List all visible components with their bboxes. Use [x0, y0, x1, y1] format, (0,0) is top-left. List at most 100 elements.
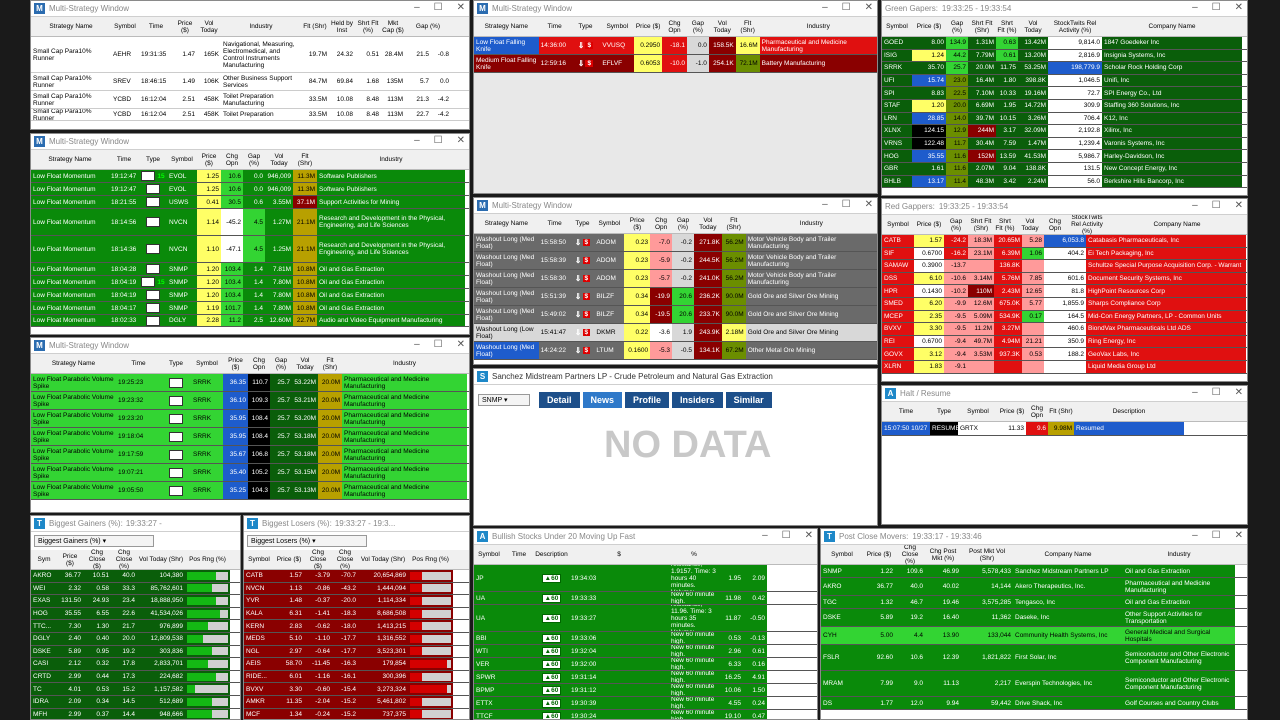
column-header[interactable]: Chg Close (%): [332, 549, 358, 570]
table-row[interactable]: SIF 0.6700 -16.2 23.1M 6.39M 1.06 404.2 Ei Tech…: [882, 247, 1247, 261]
table-row[interactable]: IDRA 2.09 0.34 14.5 512,689: [31, 695, 240, 709]
column-header[interactable]: Vol Today (Shr): [137, 556, 185, 563]
column-header[interactable]: Chg Close ($): [304, 549, 332, 570]
close-icon[interactable]: ✕: [1235, 200, 1243, 211]
title-bar[interactable]: A Halt / Resume – ☐ ✕: [882, 386, 1247, 402]
table-row[interactable]: WTI ▲60 19:32:04 New 60 minute high. 2.96 0.6…: [474, 645, 817, 658]
column-header[interactable]: Vol Today: [1018, 20, 1048, 34]
title-bar[interactable]: Green Gapers: 19:33:25 - 19:33:54 – ☐ ✕: [882, 1, 1247, 17]
minimize-icon[interactable]: –: [1192, 2, 1198, 13]
column-header[interactable]: Industry: [746, 220, 877, 227]
column-header[interactable]: Shrt Flt (Shr): [968, 218, 994, 232]
table-row[interactable]: Low Float Momentum 18:14:36 NVCN 1.10 -47.1 4…: [31, 236, 469, 263]
table-row[interactable]: KALA 6.31 -1.41 -18.3 8,686,508: [244, 607, 469, 621]
table-row[interactable]: Washout Long (Med Float) 15:49:02 ⇓ $ BILZF 0…: [474, 306, 877, 324]
window-multi-strategy-2[interactable]: M Multi-Strategy Window – ☐ ✕ Strategy Name T…: [473, 0, 878, 194]
minimize-icon[interactable]: –: [414, 339, 420, 350]
column-header[interactable]: Price ($): [624, 217, 650, 231]
column-header[interactable]: Price ($): [863, 551, 895, 558]
column-header[interactable]: Gap (%): [672, 217, 694, 231]
window-multi-strategy-3[interactable]: M Multi-Strategy Window – ☐ ✕ Strategy Name T…: [30, 133, 470, 335]
table-row[interactable]: UA▲6019:33:27Crossed above resistance, 1…: [474, 605, 817, 632]
table-row[interactable]: DSS 6.10 -10.6 3.14M 5.76M 7.85 601.6 Document …: [882, 272, 1247, 286]
column-header[interactable]: Held by Inst: [329, 20, 355, 34]
table-row[interactable]: Low Float Momentum 18:04:19 15 SNMP 1.20 103.…: [31, 276, 469, 289]
column-header[interactable]: Chg Close (%): [895, 544, 925, 565]
minimize-icon[interactable]: –: [414, 135, 420, 146]
window-multi-strategy-4[interactable]: M Multi-Strategy Window – ☐ ✕ Strategy Name T…: [473, 197, 878, 365]
minimize-icon[interactable]: –: [822, 199, 828, 210]
table-row[interactable]: MCF 1.34 -0.24 -15.2 737,375: [244, 708, 469, 719]
table-row[interactable]: LRN 28.85 14.0 39.7M 10.15 3.26M 706.4 K12, Inc: [882, 112, 1247, 126]
table-row[interactable]: GOVX 3.12 -9.4 3.53M 937.3K 0.53 188.2 GeoVax L…: [882, 348, 1247, 361]
table-row[interactable]: CYH 5.00 4.4 13.90 133,044 Community Health S…: [821, 627, 1247, 645]
column-header[interactable]: Description: [534, 551, 569, 558]
column-header[interactable]: Price ($): [912, 23, 946, 30]
maximize-icon[interactable]: ☐: [1212, 387, 1221, 398]
column-header[interactable]: Chg Opn: [650, 217, 672, 231]
column-header[interactable]: Symbol: [600, 23, 634, 30]
table-row[interactable]: GBR 1.61 11.6 2.07M 9.04 138.8K 131.5 New Conce…: [882, 162, 1247, 176]
column-header[interactable]: Symbol: [167, 156, 197, 163]
column-header[interactable]: Vol Today: [694, 217, 722, 231]
column-header[interactable]: Time: [504, 551, 534, 558]
table-row[interactable]: UA ▲60 19:33:33 New 60 minute high. 11.98 0.4…: [474, 592, 817, 605]
maximize-icon[interactable]: ☐: [782, 530, 791, 541]
column-header[interactable]: Chg Close ($): [83, 549, 111, 570]
table-row[interactable]: MCEP 2.35 -9.5 5.09M 534.9K 0.17 164.5 Mid-Con …: [882, 310, 1247, 324]
column-header[interactable]: Symbol: [474, 551, 504, 558]
column-header[interactable]: Symbol: [821, 551, 863, 558]
table-row[interactable]: SNMP 1.22 109.6 46.99 5,578,433 Sanchez Midst…: [821, 565, 1247, 578]
title-bar[interactable]: T Post Close Movers: 19:33:17 - 19:33:46 – ☐…: [821, 529, 1247, 545]
table-row[interactable]: MRAM 7.99 9.0 11.13 2,217 Everspin Technologi…: [821, 671, 1247, 697]
table-row[interactable]: TGC 1.32 46.7 19.46 3,575,285 Tengasco, Inc Oi…: [821, 596, 1247, 609]
column-header[interactable]: Description: [1074, 408, 1184, 415]
column-header[interactable]: Price ($): [998, 408, 1026, 415]
table-row[interactable]: REI 0.6700 -9.4 49.7M 4.94M 21.21 350.9 Ring En…: [882, 335, 1247, 349]
column-header[interactable]: StockTwits Rel Activity (%): [1048, 20, 1102, 34]
column-header[interactable]: Pos Rng (%): [185, 556, 230, 563]
column-header[interactable]: Time: [539, 220, 571, 227]
column-header[interactable]: Time: [109, 156, 139, 163]
column-header[interactable]: Company Name: [1013, 551, 1123, 558]
table-row[interactable]: Low Float Parabolic Volume Spike 19:23:20…: [31, 410, 469, 428]
column-header[interactable]: Type: [571, 23, 601, 30]
table-row[interactable]: EXAS 131.50 24.93 23.4 18,888,950: [31, 595, 240, 608]
title-bar[interactable]: M Multi-Strategy Window – ☐ ✕: [474, 198, 877, 214]
table-row[interactable]: CASI 2.12 0.32 17.8 2,833,701: [31, 658, 240, 671]
column-header[interactable]: Chg Close (%): [111, 549, 137, 570]
minimize-icon[interactable]: –: [414, 2, 420, 13]
table-row[interactable]: CATB 1.57 -3.79 -70.7 20,654,869: [244, 570, 469, 583]
column-header[interactable]: Symbol: [191, 360, 223, 367]
column-header[interactable]: Industry: [221, 23, 301, 30]
table-row[interactable]: XLRN 1.83 -9.1 Liquid Media Group Ltd: [882, 360, 1247, 374]
table-row[interactable]: Washout Long (Med Float) 15:58:50 ⇓ $ ADOM 0.…: [474, 234, 877, 252]
minimize-icon[interactable]: –: [822, 2, 828, 13]
column-header[interactable]: Vol Today: [197, 20, 221, 34]
column-header[interactable]: Time: [882, 408, 930, 415]
maximize-icon[interactable]: ☐: [1212, 200, 1221, 211]
close-icon[interactable]: ✕: [1235, 530, 1243, 541]
column-header[interactable]: Time: [539, 23, 571, 30]
column-header[interactable]: StockTwits Rel Activity (%): [1066, 214, 1108, 235]
window-post-close-movers[interactable]: T Post Close Movers: 19:33:17 - 19:33:46 – ☐…: [820, 528, 1248, 720]
column-header[interactable]: Price ($): [274, 556, 304, 563]
title-bar[interactable]: Red Gappers: 19:33:25 - 19:33:54 – ☐ ✕: [882, 199, 1247, 215]
column-header[interactable]: Type: [571, 220, 595, 227]
column-header[interactable]: Type: [161, 360, 191, 367]
table-row[interactable]: Low Float Parabolic Volume Spike 19:17:59…: [31, 446, 469, 464]
table-row[interactable]: Small Cap Para10% Runner SREV 18:46:15 1.49…: [31, 73, 469, 91]
column-header[interactable]: Type: [139, 156, 167, 163]
table-row[interactable]: HOG 35.55 11.6 152M 13.59 41.53M 5,986.7 Harley…: [882, 150, 1247, 163]
table-row[interactable]: VRNS 122.48 11.7 30.4M 7.59 1.47M 1,239.4 Varon…: [882, 137, 1247, 151]
column-header[interactable]: Industry: [342, 360, 467, 367]
table-row[interactable]: WEI 2.32 0.58 33.3 85,762,601: [31, 582, 240, 596]
table-row[interactable]: SPI 8.83 22.5 7.10M 10.33 19.16M 72.7 SPI Energ…: [882, 87, 1247, 100]
table-row[interactable]: AKRO 36.77 10.51 40.0 104,380: [31, 570, 240, 583]
table-row[interactable]: Low Float Parabolic Volume Spike 19:25:23…: [31, 374, 469, 392]
close-icon[interactable]: ✕: [865, 2, 873, 13]
column-header[interactable]: Gap (%): [944, 218, 968, 232]
column-header[interactable]: Strategy Name: [31, 360, 116, 367]
table-row[interactable]: Low Float Parabolic Volume Spike 19:07:21…: [31, 464, 469, 482]
minimize-icon[interactable]: –: [1192, 387, 1198, 398]
